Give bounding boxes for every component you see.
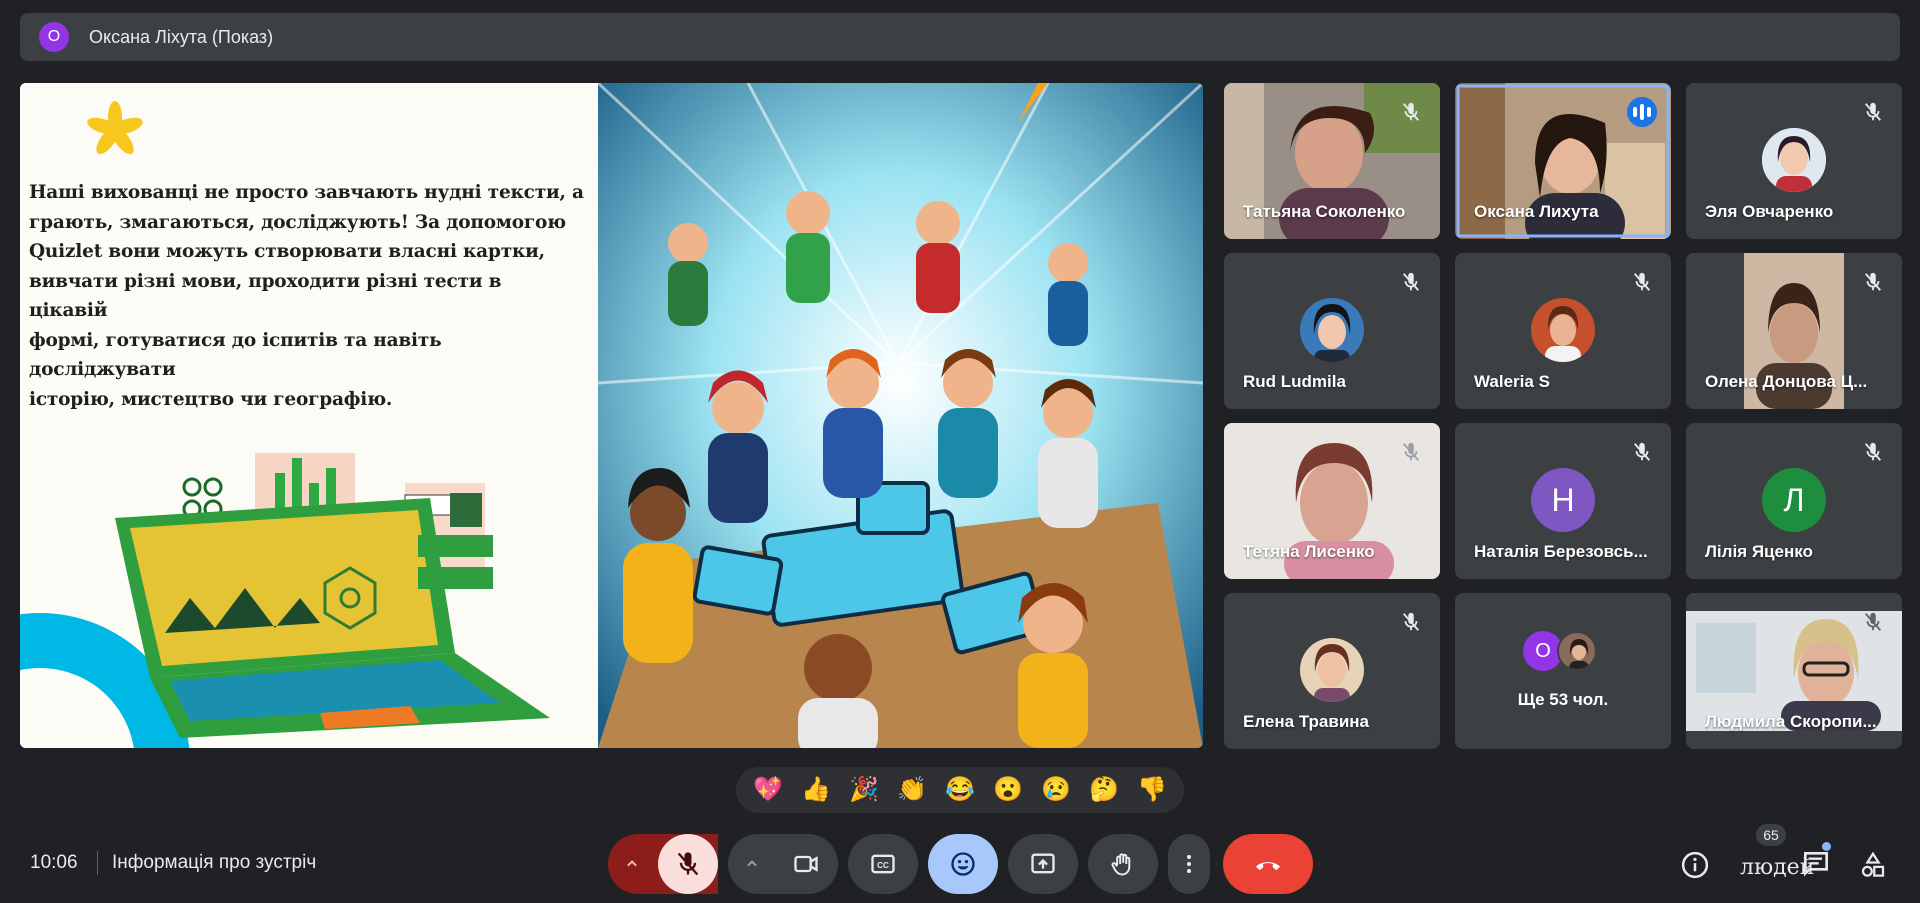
- participant-name: Тетяна Лисенко: [1243, 542, 1375, 561]
- emoji-icon: [951, 852, 975, 876]
- participant-tile[interactable]: Rud Ludmila: [1224, 253, 1440, 409]
- participant-tile[interactable]: Waleria S: [1455, 253, 1671, 409]
- reaction-sparkling-heart[interactable]: 💖: [753, 778, 783, 802]
- chat-notification-dot: [1822, 842, 1831, 851]
- reaction-thinking[interactable]: 🤔: [1089, 778, 1119, 802]
- mic-off-icon: [1864, 442, 1882, 461]
- more-avatar-photo: [1557, 631, 1597, 671]
- avatar: Н: [1531, 468, 1595, 532]
- avatar: [1762, 128, 1826, 192]
- present-icon: [1031, 853, 1055, 874]
- laptop-illustration: [20, 453, 550, 748]
- mic-off-icon: [1864, 102, 1882, 121]
- participant-name: Людмила Скоропи...: [1705, 712, 1877, 731]
- participant-tile[interactable]: Олена Донцова Ц...: [1686, 253, 1902, 409]
- mic-off-icon: [677, 852, 699, 876]
- leave-call-button[interactable]: [1223, 834, 1313, 894]
- participant-name: Наталія Березовсь...: [1474, 542, 1648, 561]
- reaction-crying[interactable]: 😢: [1041, 778, 1071, 802]
- shared-presentation: Наші вихованці не просто завчають нудні …: [20, 83, 1203, 748]
- present-button[interactable]: [1008, 834, 1078, 894]
- reaction-thumbs-down[interactable]: 👎: [1137, 778, 1167, 802]
- chevron-up-icon: [747, 860, 757, 867]
- reaction-clapping[interactable]: 👏: [897, 778, 927, 802]
- participant-name: Rud Ludmila: [1243, 372, 1346, 391]
- slide-line: Quizlet вони можуть створювати власні ка…: [29, 241, 545, 262]
- captions-button[interactable]: CC: [848, 834, 918, 894]
- avatar: [1531, 298, 1595, 362]
- slide-line: Наші вихованці не просто завчають нудні …: [29, 182, 584, 203]
- participant-tile[interactable]: Л Лілія Яценко: [1686, 423, 1902, 579]
- participant-tile[interactable]: Н Наталія Березовсь...: [1455, 423, 1671, 579]
- activities-icon[interactable]: [1858, 850, 1888, 880]
- participant-tile[interactable]: Елена Травина: [1224, 593, 1440, 749]
- info-icon[interactable]: [1680, 850, 1710, 880]
- slide-line: історію, мистецтво чи географію.: [29, 388, 393, 410]
- participant-name: Waleria S: [1474, 372, 1550, 391]
- clock: 10:06: [30, 852, 78, 873]
- mic-off-icon: [1633, 272, 1651, 291]
- more-participants-tile[interactable]: О Ще 53 чол.: [1455, 593, 1671, 749]
- students-illustration: [598, 83, 1203, 748]
- video-options-button[interactable]: [728, 834, 838, 894]
- raise-hand-button[interactable]: [1088, 834, 1158, 894]
- mic-off-icon: [1402, 442, 1420, 461]
- avatar: [1300, 298, 1364, 362]
- reaction-surprised[interactable]: 😮: [993, 778, 1023, 802]
- mic-off-icon: [1864, 272, 1882, 291]
- camera-icon[interactable]: [792, 850, 820, 878]
- more-options-icon: [1187, 855, 1191, 873]
- mic-off-icon: [1864, 612, 1882, 631]
- participant-tile-speaking[interactable]: Оксана Лихута: [1455, 83, 1671, 239]
- reaction-party-popper[interactable]: 🎉: [849, 778, 879, 802]
- chat-icon[interactable]: [1800, 848, 1832, 880]
- mic-toggle-button[interactable]: [658, 834, 718, 894]
- meeting-info-button[interactable]: Інформація про зустріч: [112, 852, 316, 874]
- slide-line: грають, змагаються, досліджують! За допо…: [29, 211, 566, 233]
- participant-name: Лілія Яценко: [1705, 542, 1813, 561]
- star-flower-icon: [87, 101, 143, 155]
- presenter-bar: О Оксана Ліхута (Показ): [20, 13, 1900, 61]
- avatar: Л: [1762, 468, 1826, 532]
- more-participants-label: Ще 53 чол.: [1517, 690, 1609, 709]
- mic-off-icon: [1633, 442, 1651, 461]
- svg-text:CC: CC: [877, 861, 889, 870]
- people-count-badge: 65: [1756, 824, 1786, 846]
- more-options-button[interactable]: [1168, 834, 1210, 894]
- participant-name: Оксана Лихута: [1474, 202, 1599, 221]
- speaking-indicator-icon: [1627, 97, 1657, 127]
- slide-line: вивчати різні мови, проходити різні тест…: [29, 270, 502, 322]
- avatar: [1300, 638, 1364, 702]
- participant-name: Эля Овчаренко: [1705, 202, 1834, 221]
- reaction-thumbs-up[interactable]: 👍: [801, 778, 831, 802]
- reactions-bar: 💖 👍 🎉 👏 😂 😮 😢 🤔 👎: [736, 767, 1184, 813]
- participant-tile[interactable]: Эля Овчаренко: [1686, 83, 1902, 239]
- slide-text: Наші вихованці не просто завчають нудні …: [29, 178, 584, 414]
- mic-off-icon: [1402, 272, 1420, 291]
- mic-off-icon: [1402, 102, 1420, 121]
- captions-icon: CC: [871, 854, 895, 874]
- chevron-up-icon: [627, 860, 637, 867]
- participant-name: Олена Донцова Ц...: [1705, 372, 1868, 391]
- presenter-avatar: О: [39, 22, 69, 52]
- presenter-name: Оксана Ліхута (Показ): [89, 26, 274, 47]
- reaction-laughing[interactable]: 😂: [945, 778, 975, 802]
- participant-name: Елена Травина: [1243, 712, 1370, 731]
- divider: [97, 851, 98, 875]
- hangup-icon: [1256, 862, 1280, 870]
- participant-tile[interactable]: Людмила Скоропи...: [1686, 593, 1902, 749]
- slide-left-panel: Наші вихованці не просто завчають нудні …: [20, 83, 599, 748]
- slide-line: формі, готуватися до іспитів та навіть д…: [29, 329, 442, 381]
- mic-off-icon: [1402, 612, 1420, 631]
- emoji-reactions-button[interactable]: [928, 834, 998, 894]
- participant-name: Татьяна Соколенко: [1243, 202, 1406, 221]
- participant-tile[interactable]: Татьяна Соколенко: [1224, 83, 1440, 239]
- raise-hand-icon: [1111, 853, 1131, 876]
- participant-tile[interactable]: Тетяна Лисенко: [1224, 423, 1440, 579]
